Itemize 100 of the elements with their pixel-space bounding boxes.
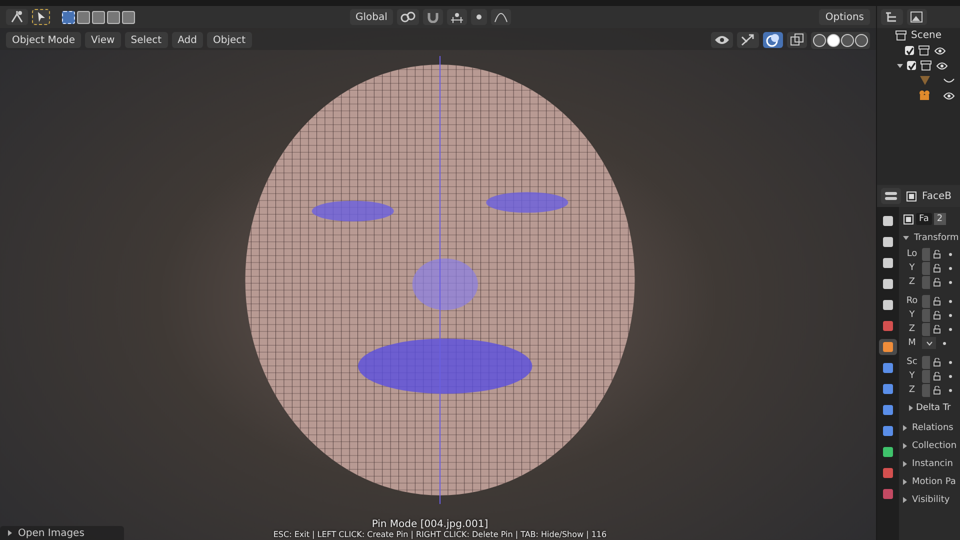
camera-icon[interactable] (919, 90, 931, 101)
keyframe-dot-icon[interactable] (949, 280, 952, 284)
delta-transform-subpanel[interactable]: Delta Tr (903, 397, 960, 419)
panel-header[interactable]: Collection (903, 437, 960, 455)
open-images-panel[interactable]: Open Images (0, 526, 124, 540)
keyframe-dot-icon[interactable] (949, 328, 952, 330)
lock-icon[interactable] (933, 324, 942, 334)
panel-title: Collection (912, 441, 957, 451)
selection-mode-icon[interactable] (107, 10, 120, 24)
snap-icon[interactable] (447, 9, 468, 25)
falloff-curve-icon[interactable] (491, 9, 512, 25)
lock-icon[interactable] (933, 386, 942, 394)
property-label: M (907, 338, 917, 348)
magnet-icon[interactable] (423, 9, 444, 25)
scene-label[interactable]: Scene (911, 30, 942, 41)
user-count[interactable]: 2 (934, 213, 946, 225)
lock-icon[interactable] (933, 310, 942, 320)
menu-button[interactable]: View (85, 32, 121, 48)
shading-sphere-icon[interactable] (827, 34, 840, 46)
property-label: Y (908, 263, 916, 273)
menu-button[interactable]: Select (124, 32, 168, 48)
keyframe-dot-icon[interactable] (949, 252, 952, 256)
eye-icon[interactable] (943, 92, 955, 100)
panel-title: Open Images (18, 528, 84, 538)
lock-icon[interactable] (933, 296, 942, 306)
eye-icon[interactable] (936, 62, 948, 70)
lock-icon[interactable] (933, 250, 942, 258)
value-field[interactable] (922, 384, 930, 396)
value-field[interactable] (922, 356, 930, 368)
options-dropdown[interactable]: Options (819, 9, 870, 25)
property-label: Z (908, 324, 916, 334)
object-name: FaceB (922, 190, 952, 202)
keyframe-dot-icon[interactable] (949, 314, 952, 316)
lock-icon[interactable] (933, 278, 942, 286)
selection-mode-icon[interactable] (77, 10, 90, 24)
xray-icon[interactable] (787, 32, 807, 48)
lock-icon[interactable] (933, 372, 942, 380)
name-field[interactable]: Fa (916, 213, 932, 225)
transform-gizmo-icon[interactable] (6, 9, 28, 25)
outliner-display-icon[interactable] (881, 9, 903, 25)
keyframe-dot-icon[interactable] (949, 266, 952, 270)
overlay-icon[interactable] (763, 32, 783, 48)
panel-header[interactable]: Instancin (903, 455, 960, 473)
select-cursor-icon[interactable] (32, 9, 50, 25)
property-label: Y (908, 371, 916, 381)
panel-title: Instancin (912, 459, 953, 469)
checkbox[interactable] (907, 61, 916, 70)
mode-dropdown[interactable]: Object Mode (6, 32, 81, 48)
transform-panel-header[interactable]: Transform (903, 229, 960, 247)
property-label: Sc (906, 357, 918, 367)
keyframe-dot-icon[interactable] (949, 300, 952, 302)
caret-icon (926, 340, 932, 346)
lock-icon[interactable] (933, 358, 942, 366)
box-icon (895, 30, 907, 41)
shading-sphere-icon[interactable] (855, 34, 868, 46)
closed-eye-icon[interactable] (943, 76, 955, 84)
eye-icon[interactable] (934, 46, 946, 54)
value-field[interactable] (922, 276, 930, 288)
checkbox[interactable] (905, 46, 914, 55)
keyframe-dot-icon[interactable] (943, 342, 946, 344)
box-icon (918, 45, 930, 56)
selection-mode-icon[interactable] (92, 10, 105, 24)
gizmo-arrows-icon[interactable] (737, 32, 759, 48)
property-label: Lo (906, 249, 918, 259)
keyframe-dot-icon[interactable] (949, 374, 952, 378)
value-field[interactable] (922, 248, 930, 260)
menu-button[interactable]: Add (172, 32, 203, 48)
property-label: Ro (905, 296, 919, 306)
orientation-dropdown[interactable]: Global (350, 9, 394, 25)
panel-header[interactable]: Relations (903, 419, 960, 437)
panel-title: Transform (914, 233, 959, 243)
value-field[interactable] (922, 322, 930, 336)
mode-dropdown[interactable] (922, 337, 936, 349)
property-label: Y (908, 310, 916, 320)
keyframe-dot-icon[interactable] (949, 388, 952, 392)
value-field[interactable] (922, 262, 930, 274)
pin-mode-label: Pin Mode [004.jpg.001] (370, 519, 490, 530)
panel-header[interactable]: Visibility (903, 491, 960, 509)
expand-triangle-icon[interactable] (897, 64, 903, 68)
menu-button[interactable]: Object (206, 32, 252, 48)
panel-header[interactable]: Motion Pa (903, 473, 960, 491)
panel-title: Relations (912, 423, 954, 433)
value-field[interactable] (922, 308, 930, 322)
property-label: Z (908, 277, 916, 287)
selection-mode-icon[interactable] (122, 10, 135, 24)
image-icon[interactable] (907, 9, 927, 25)
shortcut-hint: ESC: Exit | LEFT CLICK: Create Pin | RIGHT CLICK: Delete Pin | TAB: Hide/Show | 116 (272, 530, 608, 539)
value-field[interactable] (922, 294, 930, 308)
box-icon (920, 60, 932, 71)
selection-mode-icon[interactable] (62, 10, 75, 24)
lock-icon[interactable] (933, 264, 942, 272)
eye-icon[interactable] (711, 32, 733, 48)
editor-type-icon[interactable] (881, 188, 901, 204)
panel-title: Visibility (912, 495, 950, 505)
shading-sphere-icon[interactable] (813, 34, 826, 46)
keyframe-dot-icon[interactable] (949, 360, 952, 364)
panel-title: Delta Tr (916, 403, 951, 413)
value-field[interactable] (922, 370, 930, 382)
shading-sphere-icon[interactable] (841, 34, 854, 46)
panel-title: Motion Pa (912, 477, 956, 487)
